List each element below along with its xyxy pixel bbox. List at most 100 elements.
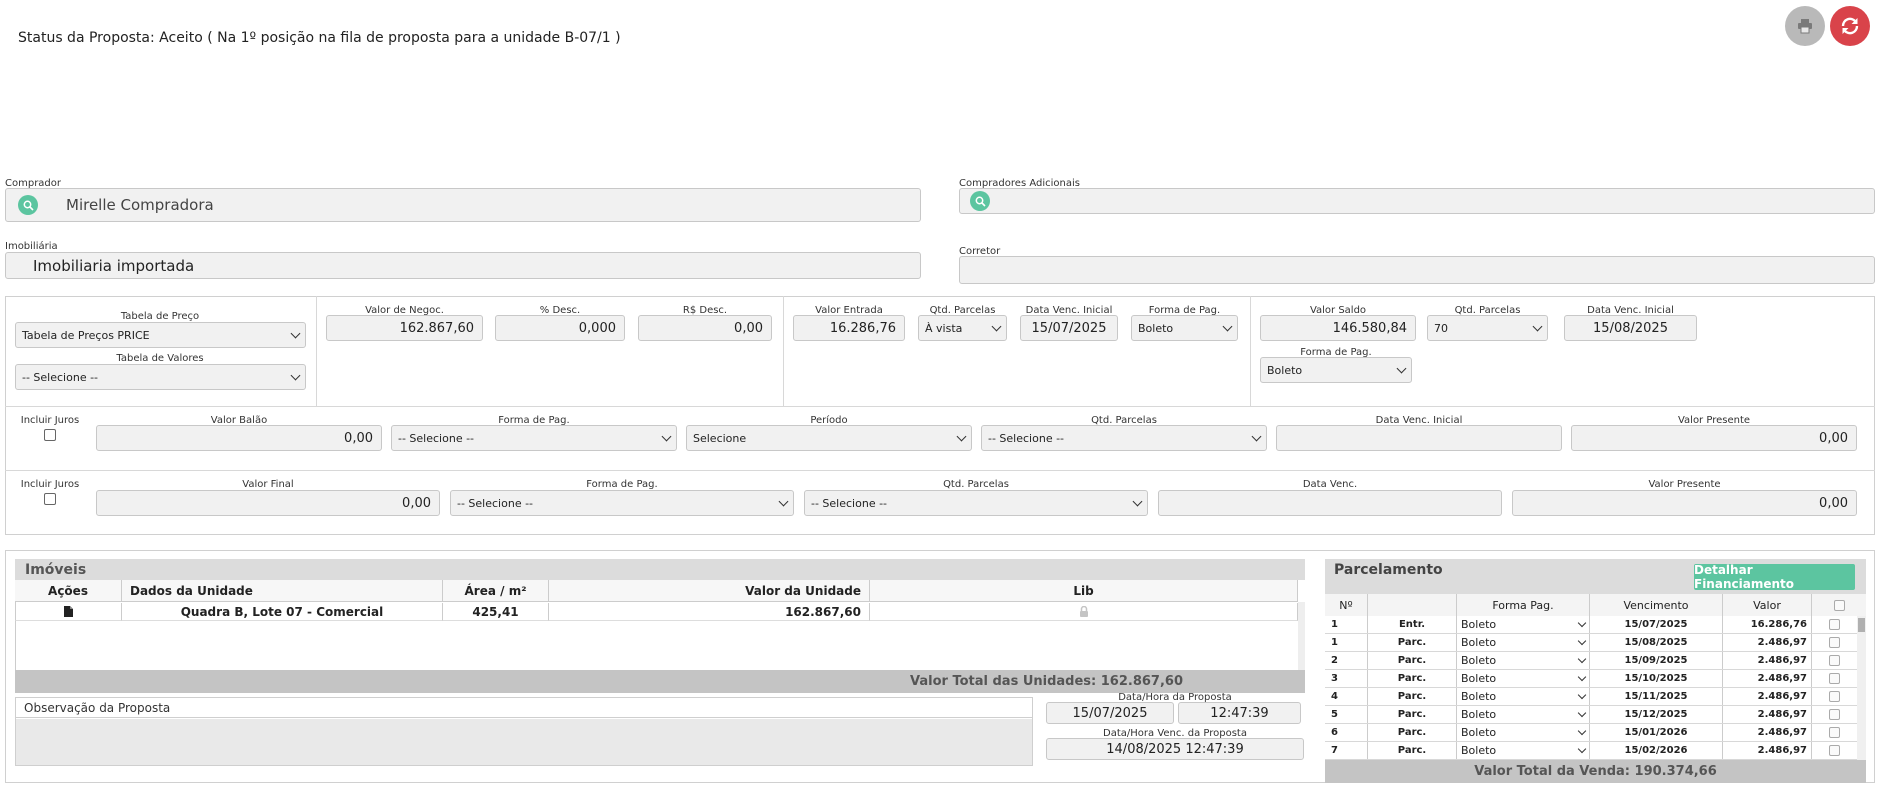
parcela-numero: 5 (1325, 706, 1368, 723)
pct-desc-field[interactable]: 0,000 (495, 315, 625, 341)
parcela-forma-pag[interactable]: Boleto (1457, 742, 1590, 759)
valor-balao-field[interactable]: 0,00 (96, 425, 382, 451)
parcela-row[interactable]: 1 Parc. Boleto 15/08/2025 2.486,97 (1325, 634, 1857, 652)
forma-pag-entrada-select[interactable]: Boleto (1131, 315, 1238, 341)
qtd-parcelas-final-value: -- Selecione -- (811, 496, 888, 510)
select-all-checkbox[interactable] (1833, 599, 1845, 611)
forma-pag-saldo-select[interactable]: Boleto (1260, 357, 1412, 383)
data-venc-final-field[interactable] (1158, 490, 1502, 516)
parcela-forma-pag-value: Boleto (1461, 636, 1497, 649)
datahora-data-field[interactable]: 15/07/2025 (1046, 702, 1174, 724)
parcela-row[interactable]: 4 Parc. Boleto 15/11/2025 2.486,97 (1325, 688, 1857, 706)
row-valor-unidade: 162.867,60 (549, 603, 870, 621)
imoveis-scrollbar[interactable] (1298, 602, 1305, 670)
parcela-check[interactable] (1812, 616, 1857, 633)
datahora-hora-field[interactable]: 12:47:39 (1178, 702, 1301, 724)
print-button[interactable] (1785, 6, 1825, 46)
qtd-parcelas-entrada-value: À vista (925, 321, 963, 335)
valor-presente-final-label: Valor Presente (1648, 479, 1721, 490)
forma-pag-balao-select[interactable]: -- Selecione -- (391, 425, 677, 451)
chevron-down-icon (290, 328, 301, 338)
parcela-check[interactable] (1812, 724, 1857, 741)
parcela-valor: 2.486,97 (1723, 742, 1812, 759)
parcela-row[interactable]: 7 Parc. Boleto 15/02/2026 2.486,97 (1325, 742, 1857, 760)
parcela-check[interactable] (1812, 688, 1857, 705)
chevron-down-icon (1532, 321, 1543, 331)
parcela-forma-pag[interactable]: Boleto (1457, 634, 1590, 651)
tabela-valores-select[interactable]: -- Selecione -- (15, 364, 306, 390)
parcela-checkbox[interactable] (1829, 727, 1840, 738)
periodo-select[interactable]: Selecione (686, 425, 972, 451)
valor-presente-final-field[interactable]: 0,00 (1512, 490, 1857, 516)
qtd-parcelas-final-select[interactable]: -- Selecione -- (804, 490, 1148, 516)
parcela-forma-pag[interactable]: Boleto (1457, 724, 1590, 741)
parcela-row[interactable]: 1 Entr. Boleto 15/07/2025 16.286,76 (1325, 616, 1857, 634)
data-venc-entrada-field[interactable]: 15/07/2025 (1020, 315, 1118, 341)
parcela-row[interactable]: 6 Parc. Boleto 15/01/2026 2.486,97 (1325, 724, 1857, 742)
parcela-checkbox[interactable] (1829, 691, 1840, 702)
compradores-adicionais-field[interactable] (959, 188, 1875, 214)
comprador-field[interactable]: Mirelle Compradora (5, 188, 921, 222)
parcela-numero: 1 (1325, 634, 1368, 651)
forma-pag-final-select[interactable]: -- Selecione -- (450, 490, 794, 516)
detalhar-financiamento-button[interactable]: Detalhar Financiamento (1694, 563, 1855, 591)
parcela-row[interactable]: 5 Parc. Boleto 15/12/2025 2.486,97 (1325, 706, 1857, 724)
parcela-forma-pag[interactable]: Boleto (1457, 706, 1590, 723)
data-venc-balao-field[interactable] (1276, 425, 1562, 451)
parcela-vencimento: 15/01/2026 (1590, 724, 1723, 741)
parcela-checkbox[interactable] (1829, 745, 1840, 756)
parcela-forma-pag[interactable]: Boleto (1457, 652, 1590, 669)
parcela-check[interactable] (1812, 634, 1857, 651)
chevron-down-icon (1577, 618, 1587, 627)
col-area: Área / m² (443, 580, 549, 602)
scrollbar-thumb[interactable] (1858, 618, 1865, 632)
valor-entrada-field[interactable]: 16.286,76 (793, 315, 905, 341)
parcela-forma-pag-value: Boleto (1461, 726, 1497, 739)
chevron-down-icon (1577, 654, 1587, 663)
parcelamento-scrollbar[interactable] (1857, 616, 1866, 760)
refresh-button[interactable] (1830, 6, 1870, 46)
col-valor-unidade: Valor da Unidade (549, 580, 870, 602)
parcela-forma-pag[interactable]: Boleto (1457, 616, 1590, 633)
parcela-tipo: Parc. (1368, 706, 1457, 723)
row-actions[interactable] (15, 603, 122, 621)
parcela-forma-pag-value: Boleto (1461, 690, 1497, 703)
valor-negoc-field[interactable]: 162.867,60 (326, 315, 483, 341)
parcela-row[interactable]: 2 Parc. Boleto 15/09/2025 2.486,97 (1325, 652, 1857, 670)
parcela-check[interactable] (1812, 652, 1857, 669)
valor-final-field[interactable]: 0,00 (96, 490, 440, 516)
qtd-parcelas-balao-select[interactable]: -- Selecione -- (981, 425, 1267, 451)
parcela-valor: 2.486,97 (1723, 724, 1812, 741)
parcela-check[interactable] (1812, 670, 1857, 687)
tabela-preco-select[interactable]: Tabela de Preços PRICE (15, 322, 306, 348)
valor-saldo-field[interactable]: 146.580,84 (1260, 315, 1416, 341)
col-lib: Lib (870, 580, 1298, 602)
parcela-forma-pag[interactable]: Boleto (1457, 688, 1590, 705)
incluir-juros-final-checkbox[interactable] (44, 493, 56, 505)
row-area: 425,41 (443, 603, 549, 621)
parcela-checkbox[interactable] (1829, 655, 1840, 666)
parcela-check[interactable] (1812, 706, 1857, 723)
observacao-field[interactable] (16, 719, 1032, 765)
document-icon[interactable] (64, 606, 73, 617)
parcela-row[interactable]: 3 Parc. Boleto 15/10/2025 2.486,97 (1325, 670, 1857, 688)
datahora-venc-field[interactable]: 14/08/2025 12:47:39 (1046, 738, 1304, 760)
table-row[interactable]: Quadra B, Lote 07 - Comercial 425,41 162… (15, 603, 1298, 621)
qtd-parcelas-saldo-select[interactable]: 70 (1427, 315, 1548, 341)
chevron-down-icon (1396, 363, 1407, 373)
corretor-field[interactable] (959, 256, 1875, 284)
qtd-parcelas-entrada-select[interactable]: À vista (918, 315, 1007, 341)
incluir-juros-balao-checkbox[interactable] (44, 429, 56, 441)
imobiliaria-field[interactable]: Imobiliaria importada (5, 252, 921, 279)
parcela-checkbox[interactable] (1829, 709, 1840, 720)
parcela-checkbox[interactable] (1829, 673, 1840, 684)
data-venc-saldo-field[interactable]: 15/08/2025 (1564, 315, 1697, 341)
parcela-check[interactable] (1812, 742, 1857, 759)
parcela-forma-pag[interactable]: Boleto (1457, 670, 1590, 687)
search-icon[interactable] (970, 191, 990, 211)
rs-desc-field[interactable]: 0,00 (638, 315, 772, 341)
parcela-checkbox[interactable] (1829, 619, 1840, 630)
search-icon[interactable] (18, 195, 38, 215)
valor-presente-balao-field[interactable]: 0,00 (1571, 425, 1857, 451)
parcela-checkbox[interactable] (1829, 637, 1840, 648)
